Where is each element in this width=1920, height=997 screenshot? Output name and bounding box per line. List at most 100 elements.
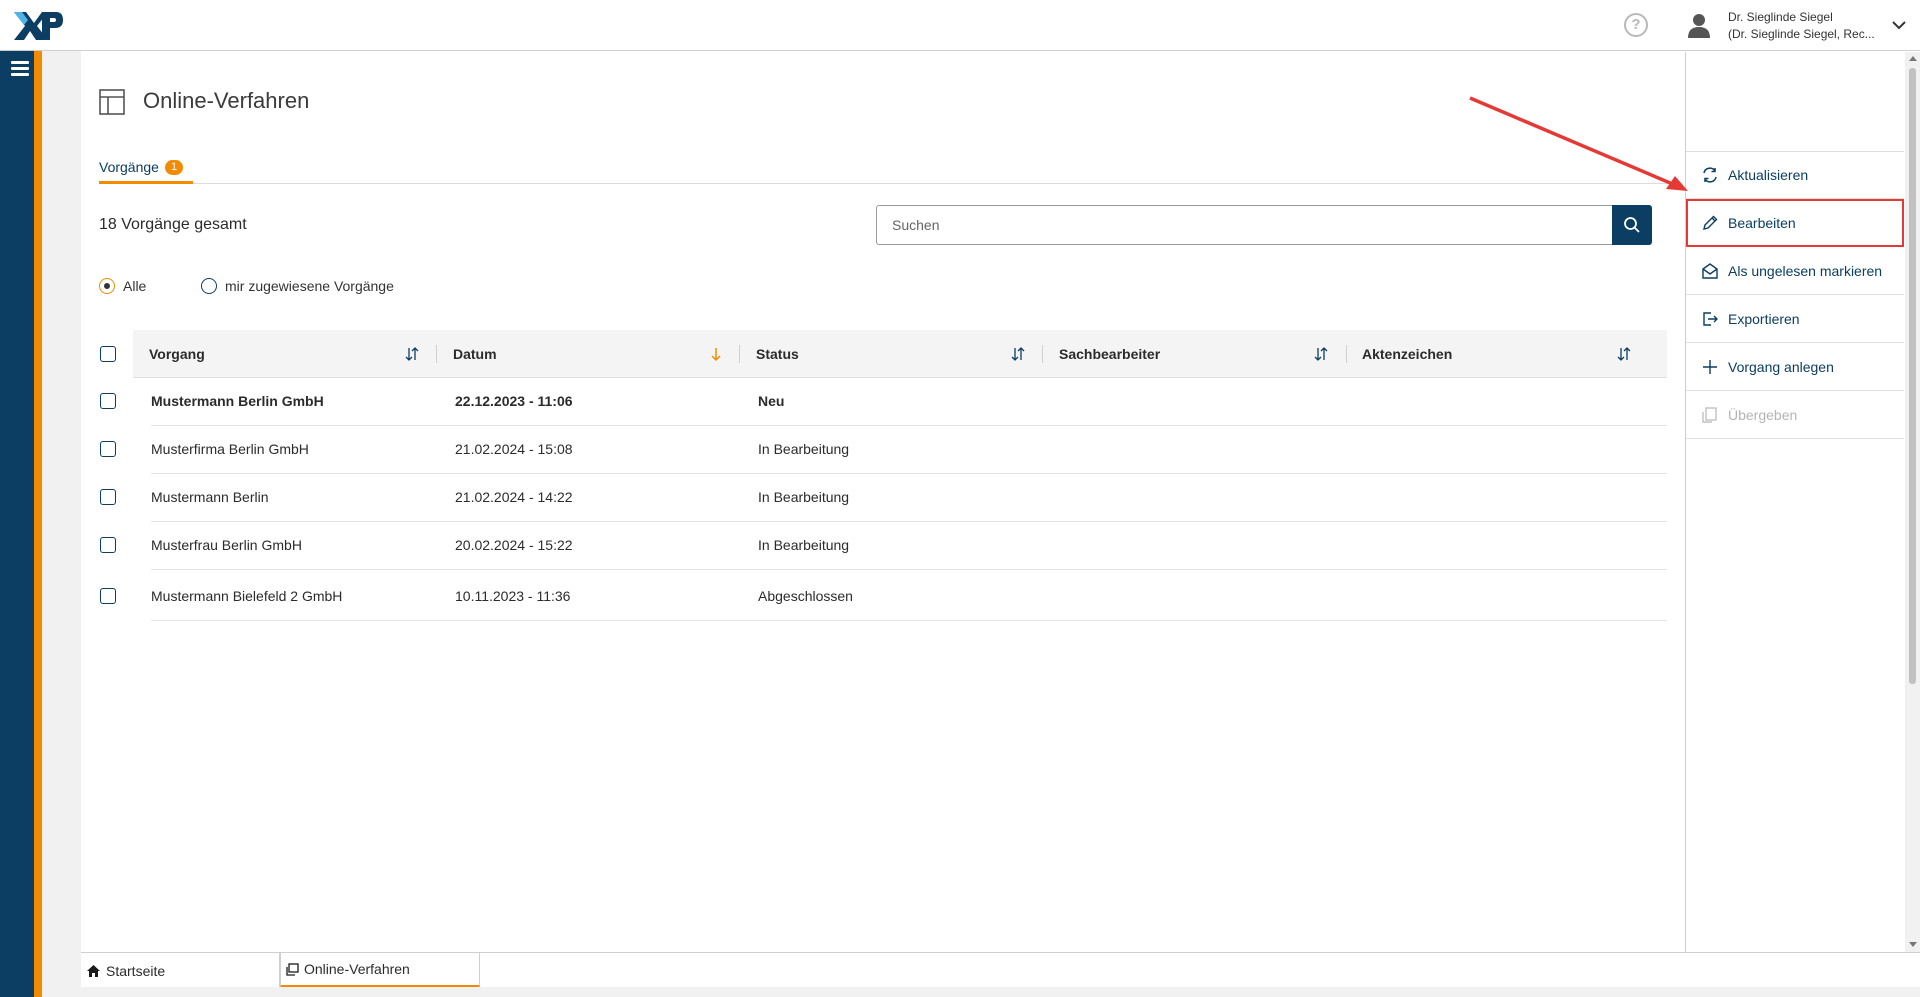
sort-both-icon[interactable] — [1617, 346, 1631, 362]
table-row[interactable]: Mustermann Berlin GmbH 22.12.2023 - 11:0… — [99, 378, 1667, 426]
window-icon — [286, 962, 299, 976]
cell-datum: 22.12.2023 - 11:06 — [455, 393, 573, 409]
column-separator — [436, 345, 437, 363]
column-header-sachbearbeiter[interactable]: Sachbearbeiter — [1059, 330, 1160, 378]
xp-logo[interactable] — [12, 8, 64, 42]
row-divider — [151, 620, 1667, 621]
cell-datum: 20.02.2024 - 15:22 — [455, 537, 573, 553]
radio-unchecked[interactable] — [201, 278, 217, 294]
user-name[interactable]: Dr. Sieglinde Siegel — [1728, 9, 1833, 26]
filter-label: mir zugewiesene Vorgänge — [225, 278, 394, 294]
search-button[interactable] — [1612, 205, 1652, 245]
column-separator — [1346, 345, 1347, 363]
radio-checked[interactable] — [99, 278, 115, 294]
row-checkbox[interactable] — [100, 393, 116, 409]
sort-both-icon[interactable] — [1314, 346, 1328, 362]
main-content: Online-Verfahren Vorgänge 1 18 Vorgänge … — [81, 52, 1685, 952]
column-header-aktenzeichen[interactable]: Aktenzeichen — [1362, 330, 1452, 378]
user-subtitle[interactable]: (Dr. Sieglinde Siegel, Rec... — [1728, 27, 1878, 41]
sort-both-icon[interactable] — [405, 346, 419, 362]
bottom-tab-label: Online-Verfahren — [304, 961, 410, 977]
cell-datum: 21.02.2024 - 15:08 — [455, 441, 573, 457]
home-icon — [87, 964, 100, 977]
cell-datum: 21.02.2024 - 14:22 — [455, 489, 573, 505]
plus-icon — [1703, 359, 1717, 374]
chevron-down-icon[interactable] — [1890, 16, 1908, 34]
action-label: Vorgang anlegen — [1728, 358, 1834, 375]
user-icon[interactable] — [1686, 12, 1712, 38]
layout-icon — [99, 89, 125, 115]
action-label: Bearbeiten — [1728, 214, 1796, 231]
scroll-up-arrow[interactable] — [1909, 56, 1917, 61]
tab-label: Vorgänge — [99, 159, 159, 175]
left-gutter — [42, 51, 81, 997]
tab-vorgaenge[interactable]: Vorgänge 1 — [99, 159, 194, 184]
top-header: ? Dr. Sieglinde Siegel (Dr. Sieglinde Si… — [0, 0, 1920, 51]
scroll-down-arrow[interactable] — [1909, 942, 1917, 947]
cell-vorgang: Mustermann Bielefeld 2 GmbH — [151, 588, 343, 604]
row-checkbox[interactable] — [100, 489, 116, 505]
cell-vorgang: Musterfrau Berlin GmbH — [151, 537, 302, 553]
pencil-icon — [1703, 215, 1718, 230]
column-header-datum[interactable]: Datum — [453, 330, 497, 378]
cell-vorgang: Mustermann Berlin GmbH — [151, 393, 324, 409]
side-nav — [0, 51, 42, 997]
refresh-icon — [1703, 167, 1717, 183]
question-circle-icon[interactable]: ? — [1624, 13, 1648, 37]
select-all-checkbox[interactable] — [100, 346, 116, 362]
cell-vorgang: Musterfirma Berlin GmbH — [151, 441, 309, 457]
row-checkbox[interactable] — [100, 537, 116, 553]
cell-status: In Bearbeitung — [758, 489, 850, 505]
header-row: Vorgang Datum Status Sachbearbeiter Akte… — [133, 330, 1667, 378]
bottom-strip — [42, 987, 1920, 997]
filter-assigned[interactable]: mir zugewiesene Vorgänge — [201, 278, 394, 294]
cell-datum: 10.11.2023 - 11:36 — [455, 588, 571, 604]
tab-bar: Vorgänge 1 — [99, 159, 1667, 184]
total-count: 18 Vorgänge gesamt — [99, 216, 247, 233]
sort-both-icon[interactable] — [1011, 346, 1025, 362]
search-icon — [1624, 217, 1640, 233]
bottom-tab-startseite[interactable]: Startseite — [81, 953, 280, 988]
column-header-status[interactable]: Status — [756, 330, 799, 378]
bottom-tab-bar: Startseite Online-Verfahren — [81, 952, 1920, 988]
action-label: Aktualisieren — [1728, 167, 1809, 183]
mail-open-icon — [1702, 262, 1718, 279]
search-input[interactable] — [876, 205, 1612, 245]
action-label: Übergeben — [1728, 406, 1798, 423]
action-exportieren[interactable]: Exportieren — [1686, 295, 1904, 343]
action-bearbeiten[interactable]: Bearbeiten — [1686, 199, 1904, 247]
hamburger-menu-icon[interactable] — [11, 61, 29, 77]
table-row[interactable]: Mustermann Berlin 21.02.2024 - 14:22 In … — [99, 474, 1667, 522]
action-uebergeben[interactable]: Übergeben — [1686, 391, 1904, 439]
page-title: Online-Verfahren — [143, 88, 310, 113]
action-label: Exportieren — [1728, 310, 1800, 327]
table-row[interactable]: Mustermann Bielefeld 2 GmbH 10.11.2023 -… — [99, 573, 1667, 621]
bottom-tab-label: Startseite — [106, 962, 166, 979]
column-separator — [1042, 345, 1043, 363]
filter-label: Alle — [123, 278, 147, 294]
vertical-scrollbar[interactable] — [1905, 52, 1920, 952]
bottom-tab-online-verfahren[interactable]: Online-Verfahren — [280, 953, 480, 988]
tab-badge: 1 — [164, 160, 184, 175]
action-label: Als ungelesen markieren — [1728, 262, 1883, 279]
cell-status: In Bearbeitung — [758, 441, 850, 457]
row-checkbox[interactable] — [100, 441, 116, 457]
table-row[interactable]: Musterfrau Berlin GmbH 20.02.2024 - 15:2… — [99, 522, 1667, 570]
action-panel: Aktualisieren Bearbeiten Als ungelesen m… — [1685, 52, 1905, 952]
scroll-thumb[interactable] — [1909, 68, 1916, 684]
cell-status: Neu — [758, 393, 785, 409]
action-vorgang-anlegen[interactable]: Vorgang anlegen — [1686, 343, 1904, 391]
action-ungelesen[interactable]: Als ungelesen markieren — [1686, 247, 1904, 295]
action-aktualisieren[interactable]: Aktualisieren — [1686, 151, 1904, 199]
cell-status: In Bearbeitung — [758, 537, 850, 553]
cell-status: Abgeschlossen — [758, 588, 853, 604]
table-row[interactable]: Musterfirma Berlin GmbH 21.02.2024 - 15:… — [99, 426, 1667, 474]
row-checkbox[interactable] — [100, 588, 116, 604]
row-divider — [151, 569, 1667, 570]
nav-accent-stripe — [34, 51, 42, 997]
table-header: Vorgang Datum Status Sachbearbeiter Akte… — [99, 330, 1667, 378]
filter-all[interactable]: Alle — [99, 278, 146, 294]
sort-down-icon[interactable] — [709, 346, 723, 362]
column-header-vorgang[interactable]: Vorgang — [149, 330, 205, 378]
column-separator — [739, 345, 740, 363]
